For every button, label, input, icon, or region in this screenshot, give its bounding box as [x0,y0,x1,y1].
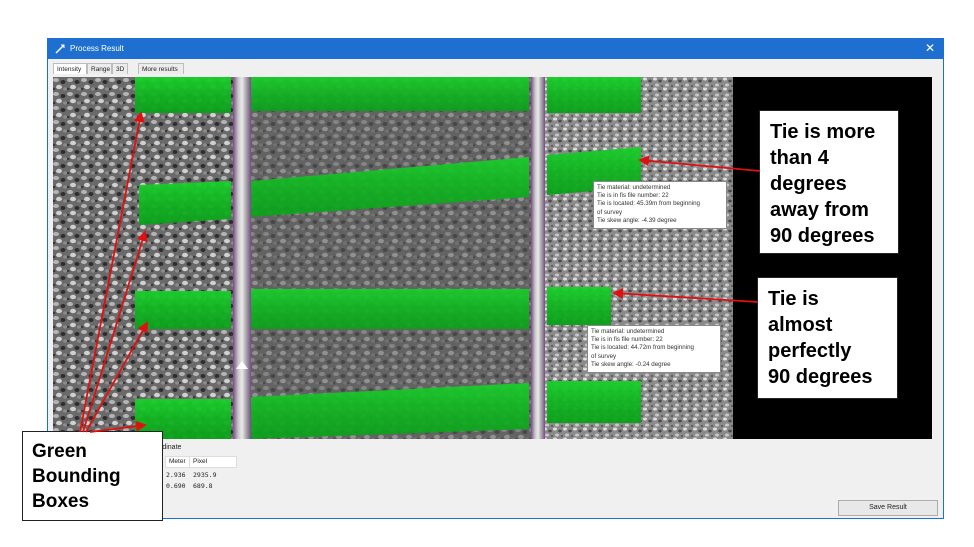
annotation-line: Bounding [32,466,121,487]
app-logo-icon [55,44,65,54]
tooltip-line: Tie is located: 44.72m from beginning [591,344,694,352]
save-result-button[interactable]: Save Result [838,500,938,516]
tooltip-line: of survey [591,352,617,360]
coordinate-meter-value: 2.936 [166,471,186,479]
annotation-skewed-tie: Tie is more than 4 degrees away from 90 … [759,110,899,254]
annotation-straight-tie: Tie is almost perfectly 90 degrees [757,277,898,399]
tooltip-line: Tie skew angle: -0.24 degree [591,360,671,368]
right-rail [531,77,545,439]
tab-more-results[interactable]: More results [138,63,184,74]
tab-range[interactable]: Range [87,63,112,74]
tooltip-line: of survey [597,208,623,216]
annotation-line: than 4 [770,147,829,169]
tie-info-tooltip-straight: Tie material: undetermined Tie is in fis… [587,325,721,373]
tab-intensity[interactable]: Intensity [53,63,87,74]
coordinate-pixel-value: 2935.9 [193,471,217,479]
window-title: Process Result [70,44,124,53]
tooltip-line: Tie is in fis file number: 22 [591,336,663,344]
tab-3d[interactable]: 3D [112,63,128,74]
left-rail [233,77,251,439]
annotation-line: away from [770,199,869,221]
tooltip-line: Tie material: undetermined [591,328,665,335]
annotation-line: 90 degrees [768,366,873,388]
title-bar: Process Result ✕ [48,39,943,59]
annotation-line: Tie is more [770,121,876,143]
annotation-line: almost [768,314,833,336]
annotation-line: degrees [770,173,847,195]
annotation-line: perfectly [768,340,852,362]
coordinate-meter-value: 0.690 [166,482,186,490]
bounding-box [139,181,231,225]
bounding-box [135,77,231,113]
close-icon[interactable]: ✕ [925,41,935,55]
bounding-box [547,287,611,325]
annotation-line: Tie is [768,288,819,310]
bounding-box [547,77,641,113]
tie-info-tooltip-skewed: Tie material: undetermined Tie is in fis… [593,181,727,229]
coordinate-pixel-value: 689.8 [193,482,213,490]
annotation-line: Boxes [32,491,90,512]
annotation-bounding-boxes: Green Bounding Boxes [22,431,163,521]
bounding-box [135,291,231,329]
bounding-box [251,289,529,329]
coordinate-title: rdinate [160,444,182,451]
bounding-box [251,77,529,111]
annotation-line: Green [32,441,87,462]
bounding-box [547,381,641,423]
tooltip-line: Tie is in fis file number: 22 [597,192,669,200]
tooltip-line: Tie skew angle: -4.39 degree [597,216,677,224]
tooltip-line: Tie is located: 45.39m from beginning [597,200,700,208]
tooltip-line: Tie material: undetermined [597,184,671,191]
coordinate-header-pixel: Pixel [189,456,237,468]
annotation-line: 90 degrees [770,225,875,247]
